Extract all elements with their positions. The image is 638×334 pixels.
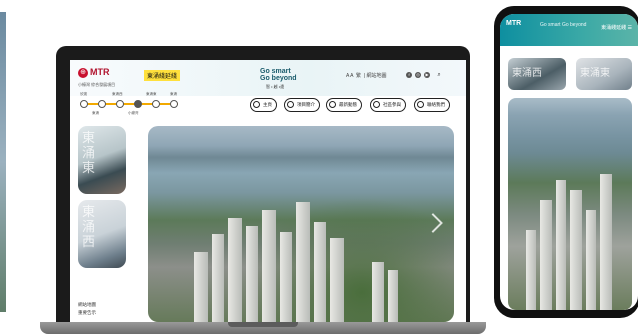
utility-nav: A A 繁 | 網站地圖 xyxy=(346,73,387,79)
station-marker[interactable] xyxy=(134,100,142,108)
building xyxy=(600,174,612,310)
building xyxy=(556,180,566,310)
phone-station-card-label: 東涌東 xyxy=(580,68,610,79)
laptop-notch xyxy=(228,322,298,327)
nav-pill-contact[interactable]: 聯絡我們 xyxy=(414,98,450,112)
mtr-logo-text[interactable]: MTR xyxy=(90,67,110,77)
campaign-line-2: Go beyond xyxy=(260,75,297,82)
station-label: 東涌 xyxy=(92,111,99,115)
building xyxy=(388,270,398,322)
phone-menu-label: 東涌綫延綫 xyxy=(601,25,627,31)
building xyxy=(330,238,344,322)
station-label: 東涌 xyxy=(170,92,177,96)
footer-link[interactable]: 重要告示 xyxy=(78,309,96,317)
nav-pill-news[interactable]: 最新動態 xyxy=(326,98,362,112)
rail-line-track xyxy=(80,103,178,105)
building xyxy=(194,252,208,322)
facebook-icon[interactable]: f xyxy=(406,72,412,78)
community-icon xyxy=(373,101,380,108)
building xyxy=(280,232,292,322)
building xyxy=(526,230,536,310)
building xyxy=(540,200,552,310)
station-label: 東涌西 xyxy=(112,92,123,96)
station-card-label: 東涌東 xyxy=(82,130,96,175)
news-icon xyxy=(329,101,336,108)
project-subtitle: 小蠔灣 綜合發展項目 xyxy=(78,82,116,87)
building xyxy=(262,210,276,322)
station-marker[interactable] xyxy=(152,100,160,108)
home-icon xyxy=(253,101,260,108)
station-marker[interactable] xyxy=(170,100,178,108)
info-icon xyxy=(287,101,294,108)
station-card-tung-chung-west[interactable]: 東涌西 xyxy=(78,200,126,268)
station-marker[interactable] xyxy=(80,100,88,108)
footer-links: 網站地圖 重要告示 xyxy=(78,301,96,317)
phone-station-card[interactable]: 東涌西 xyxy=(508,58,566,90)
station-card-tung-chung-east[interactable]: 東涌東 xyxy=(78,126,126,194)
text-size-control[interactable]: A A xyxy=(346,73,353,79)
search-icon[interactable]: ⌕ xyxy=(436,72,442,78)
station-label: 小蠔灣 xyxy=(128,111,139,115)
phone-station-card[interactable]: 東涌東 xyxy=(576,58,632,90)
nav-pill-home[interactable]: 主頁 xyxy=(250,98,277,112)
building xyxy=(570,190,582,310)
brand-name[interactable]: 東涌綫延綫 xyxy=(144,70,181,81)
phone-icon xyxy=(417,101,424,108)
footer-link[interactable]: 網站地圖 xyxy=(78,301,96,309)
station-marker[interactable] xyxy=(98,100,106,108)
station-label: 欣澳 xyxy=(80,92,87,96)
youtube-icon[interactable]: ▶ xyxy=(424,72,430,78)
carousel-next-icon[interactable] xyxy=(423,213,443,233)
building xyxy=(372,262,384,322)
phone-screen: MTR Go smart Go beyond 東涌綫延綫 ☰ 東涌西 東涌東 xyxy=(500,14,638,310)
phone-campaign-logo: Go smart Go beyond xyxy=(540,22,587,28)
building xyxy=(296,202,310,322)
phone-hero-photo xyxy=(508,98,632,310)
nav-pill-about[interactable]: 項目簡介 xyxy=(284,98,320,112)
phone-mtr-logo[interactable]: MTR xyxy=(506,20,521,27)
campaign-subtitle: 智 • 越 •遠 xyxy=(266,84,285,89)
campaign-logo: Go smart Go beyond xyxy=(260,68,297,82)
language-switch[interactable]: 繁 xyxy=(356,73,361,79)
building xyxy=(228,218,242,322)
building xyxy=(212,234,224,322)
station-label: 東涌東 xyxy=(146,92,157,96)
instagram-icon[interactable]: ◎ xyxy=(415,72,421,78)
sitemap-link[interactable]: 網站地圖 xyxy=(367,73,387,79)
mtr-logo-icon[interactable]: ⊕ xyxy=(78,68,88,78)
station-card-label: 東涌西 xyxy=(82,204,96,249)
building xyxy=(246,226,258,322)
station-marker[interactable] xyxy=(116,100,124,108)
building xyxy=(586,210,596,310)
nav-pill-community[interactable]: 社區參與 xyxy=(370,98,406,112)
hero-aerial-photo xyxy=(148,126,454,322)
phone-station-card-label: 東涌西 xyxy=(512,68,542,79)
building xyxy=(314,222,326,322)
laptop-screen: ⊕ MTR 小蠔灣 綜合發展項目 東涌綫延綫 Go smart Go beyon… xyxy=(70,60,466,322)
side-photo-strip xyxy=(0,12,6,312)
phone-menu-button[interactable]: 東涌綫延綫 ☰ xyxy=(601,24,632,31)
phone-header: MTR Go smart Go beyond 東涌綫延綫 ☰ xyxy=(500,14,638,46)
campaign-line-1: Go smart xyxy=(260,68,291,75)
